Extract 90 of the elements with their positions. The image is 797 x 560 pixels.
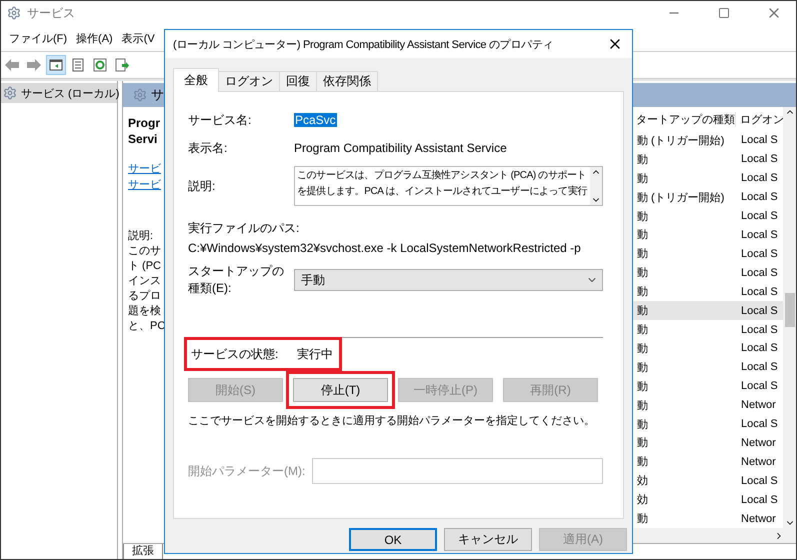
- tab[interactable]: 依存関係: [316, 71, 378, 91]
- field-label: 表示名:: [188, 140, 228, 156]
- table-cell-text: 動: [636, 285, 649, 300]
- table-cell-text: 動: [636, 380, 649, 394]
- scrollbar-thumb[interactable]: [784, 293, 794, 327]
- menu-item[interactable]: ファイル(F): [9, 30, 68, 46]
- table-cell-text: 動 (トリガー開始): [636, 134, 726, 148]
- table-cell-text: Local S: [740, 248, 779, 260]
- table-cell-text: Local S: [740, 134, 779, 146]
- dialog-title: (ローカル コンピューター) Program Compatibility Assistant Service のプロパティ: [173, 38, 554, 52]
- table-cell-text: 動: [636, 304, 649, 318]
- link[interactable]: サービ: [128, 177, 161, 193]
- table-cell-text: 動: [636, 342, 649, 356]
- description-text: るプロ: [128, 289, 161, 304]
- field-label: サービス名:: [188, 112, 252, 128]
- field-value: PcaSvc: [294, 113, 337, 127]
- table-cell-text: 動: [636, 436, 649, 450]
- table-cell-text: 動: [636, 266, 649, 280]
- description-text: ト (PC: [128, 259, 161, 274]
- table-cell-text: Networ: [740, 512, 777, 525]
- table-cell-text: Local S: [740, 172, 779, 184]
- table-cell-text: 動: [636, 455, 649, 470]
- hint-text: ここでサービスを開始するときに適用する開始パラメーターを指定してください。: [188, 414, 595, 428]
- table-cell-text: Local S: [740, 380, 779, 392]
- path-text: C:¥Windows¥system32¥svchost.exe -k LocalSystemNetworkRestricted -p: [188, 241, 581, 255]
- field-label: 実行ファイルのパス:: [188, 220, 300, 237]
- table-cell-text: Networ: [740, 399, 777, 412]
- field-label: スタートアップの: [188, 263, 285, 280]
- table-cell-text: 動: [636, 228, 649, 242]
- description-text: 題を検: [128, 304, 161, 319]
- table-cell-text: 動: [636, 360, 649, 375]
- gear-icon: [3, 86, 17, 100]
- gear-icon: [133, 88, 147, 102]
- refresh-icon[interactable]: [91, 56, 109, 74]
- pane-icon[interactable]: [47, 56, 65, 74]
- table-cell-text: 動: [636, 512, 649, 526]
- table-cell-text: Local S: [740, 304, 779, 317]
- table-cell-text: Networ: [740, 436, 777, 449]
- table-cell-text: 動: [636, 398, 649, 413]
- table-cell-text: Local S: [740, 474, 779, 487]
- table-cell-text: 動 (トリガー開始): [636, 190, 726, 205]
- field-label: 説明:: [188, 178, 216, 194]
- description-box[interactable]: このサービスは、プログラム互換性アシスタント (PCA) のサポート を提供します。PCA は、インストールされてユーザーによって実行: [294, 166, 603, 206]
- table-cell-text: Local S: [740, 228, 779, 241]
- export-icon[interactable]: [113, 56, 131, 74]
- tree-item[interactable]: サービス (ローカル): [21, 86, 120, 100]
- table-cell-text: Local S: [740, 324, 779, 336]
- service-title: Progr: [128, 115, 160, 131]
- window-title: サービス: [27, 4, 76, 22]
- table-cell-text: Local S: [740, 342, 779, 354]
- table-cell-text: 動: [636, 172, 649, 186]
- tab[interactable]: 全般: [173, 68, 219, 92]
- field-label: サービスの状態:: [191, 346, 280, 362]
- service-title: Servi: [128, 131, 158, 147]
- table-cell-text: 動: [636, 152, 649, 167]
- dialog-button[interactable]: キャンセル: [444, 528, 532, 551]
- table-cell-text: 動: [636, 323, 649, 338]
- field-label: 開始パラメーター(M):: [188, 462, 306, 480]
- view-tab[interactable]: 拡張: [123, 544, 163, 559]
- table-cell-text: Local S: [740, 266, 779, 279]
- maximize-icon: [718, 7, 730, 19]
- table-cell-text: Local S: [740, 153, 779, 166]
- table-cell-text: Local S: [740, 210, 779, 222]
- menu-item[interactable]: 表示(V: [122, 30, 155, 46]
- table-cell-text: Local S: [740, 418, 779, 430]
- table-cell-text: 効: [636, 493, 649, 508]
- description-text: このサ: [128, 244, 161, 259]
- table-cell-text: Local S: [740, 361, 779, 374]
- menu-item[interactable]: 操作(A): [76, 30, 113, 46]
- table-cell-text: Local S: [740, 191, 779, 204]
- pane-title: サ: [151, 86, 164, 104]
- table-cell-text: Local S: [740, 494, 779, 506]
- description-text: インス: [128, 274, 161, 289]
- description-text: と、PC: [128, 319, 166, 334]
- link[interactable]: サービ: [128, 161, 161, 177]
- field-label: 種類(E):: [188, 280, 232, 297]
- gear-icon: [7, 6, 21, 20]
- vertical-scrollbar[interactable]: [783, 107, 796, 528]
- table-cell-text: 効: [636, 474, 649, 488]
- dialog-button[interactable]: OK: [349, 528, 437, 551]
- table-cell-text: 動: [636, 418, 649, 432]
- table-cell-text: 動: [636, 210, 649, 224]
- table-cell-text: Networ: [740, 456, 777, 468]
- description-text: 説明:: [128, 229, 154, 244]
- table-cell-text: 動: [636, 247, 649, 262]
- startup-type-dropdown[interactable]: 手動: [294, 269, 603, 291]
- field-value: Program Compatibility Assistant Service: [294, 141, 508, 155]
- table-cell-text: Local S: [740, 286, 779, 298]
- status-value: 実行中: [297, 346, 334, 362]
- service-button[interactable]: 停止(T): [293, 378, 388, 402]
